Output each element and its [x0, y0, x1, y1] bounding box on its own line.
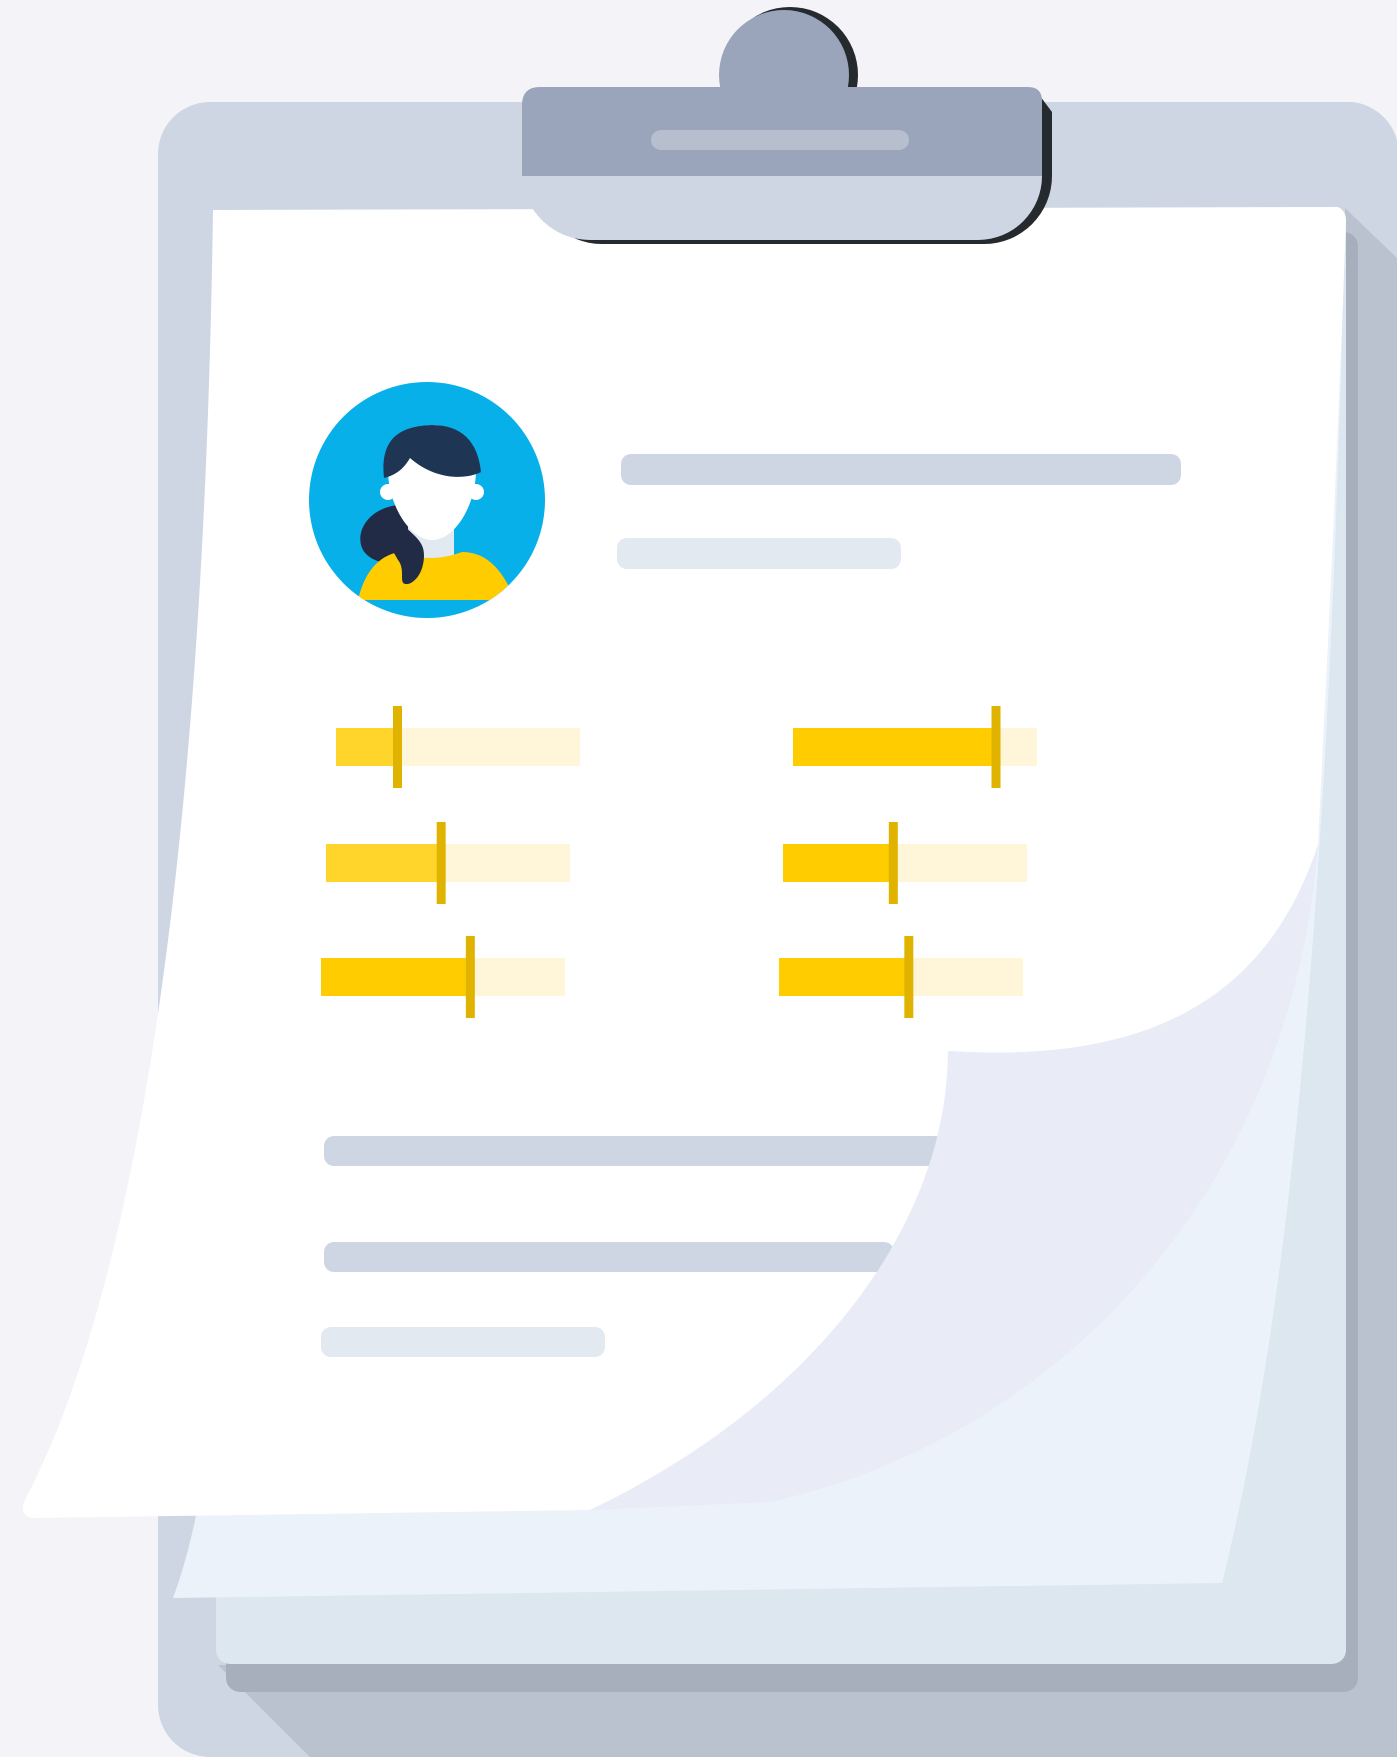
slider-handle: [888, 822, 898, 904]
clip-slot: [651, 130, 909, 150]
slider-fill: [336, 728, 397, 766]
clip: [522, 7, 1052, 244]
slider-handle: [393, 706, 402, 788]
name-line: [621, 454, 1181, 485]
subtitle-line: [617, 538, 901, 569]
slider-fill: [793, 728, 996, 766]
slider-fill: [326, 844, 441, 882]
slider-handle: [436, 822, 446, 904]
avatar-ear-right: [468, 484, 484, 500]
slider-fill: [783, 844, 893, 882]
clipboard-illustration: [22, 7, 1397, 1757]
avatar-ear-left: [380, 484, 396, 500]
clip-lower: [522, 176, 1042, 241]
text-line-2: [324, 1242, 894, 1272]
slider-handle: [991, 706, 1001, 788]
text-line-1: [324, 1136, 954, 1166]
slider-fill: [321, 958, 470, 996]
text-line-3: [321, 1327, 605, 1357]
user-avatar-icon: [309, 382, 545, 618]
slider-fill: [779, 958, 909, 996]
slider-handle: [465, 936, 475, 1018]
slider-handle: [904, 936, 914, 1018]
